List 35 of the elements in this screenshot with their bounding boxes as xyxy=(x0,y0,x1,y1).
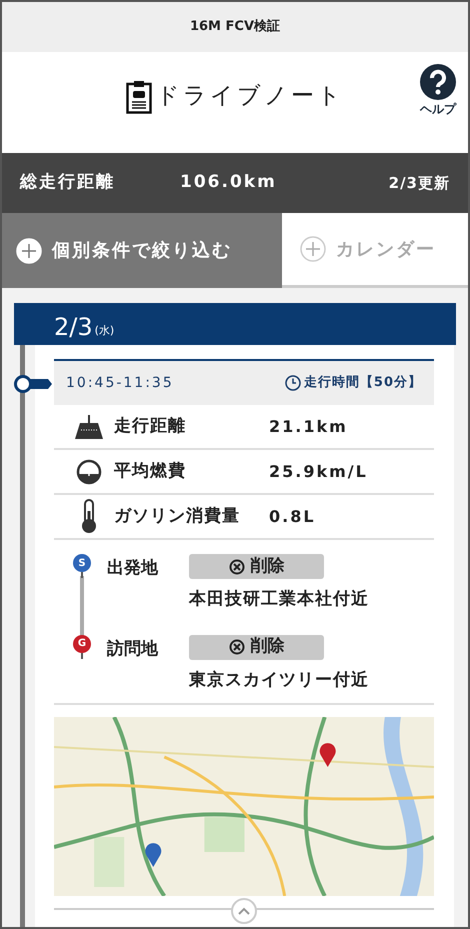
tab[interactable]: 個別条件で絞り込む xyxy=(2,213,282,288)
summary-value: 106.0km xyxy=(180,171,278,194)
clipboard-icon xyxy=(126,80,152,114)
updated-label: 2/3更新 xyxy=(388,172,450,194)
place-label: 訪問地 xyxy=(107,638,160,660)
help-button[interactable]: ヘルプ xyxy=(420,64,456,118)
place-address: 本田技研工業本社付近 xyxy=(189,588,369,611)
delete-button[interactable]: 削除 xyxy=(189,634,324,660)
help-icon xyxy=(420,64,456,100)
close-icon xyxy=(228,639,244,655)
stat-value: 21.1km xyxy=(269,416,348,438)
caret-icon xyxy=(238,907,250,915)
odometer-icon xyxy=(74,414,104,440)
stat-label: ガソリン消費量 xyxy=(114,504,241,528)
delete-button[interactable]: 削除 xyxy=(189,554,324,579)
clock-icon xyxy=(284,375,301,391)
collapse-button[interactable] xyxy=(231,898,257,924)
place-label: 出発地 xyxy=(107,557,160,580)
close-icon xyxy=(228,558,244,574)
stat-value: 0.8L xyxy=(269,506,316,528)
stat-value: 25.9km/L xyxy=(269,460,368,482)
weekday-label: (水) xyxy=(94,322,114,338)
app-title: 16M FCV検証 xyxy=(190,18,280,36)
plus-icon xyxy=(300,236,326,262)
drive-duration: 走行時間【50分】 xyxy=(304,374,422,392)
thermometer-icon xyxy=(79,498,99,534)
plus-icon xyxy=(16,238,42,264)
stat-label: 走行距離 xyxy=(114,414,187,438)
page-title: ドライブノート xyxy=(156,82,344,112)
date-label: 2/3 xyxy=(54,315,93,339)
place-address: 東京スカイツリー付近 xyxy=(189,668,369,692)
stat-label: 平均燃費 xyxy=(114,460,187,483)
summary-label: 総走行距離 xyxy=(20,171,116,194)
gauge-icon xyxy=(76,458,102,484)
time-range: 10:45-11:35 xyxy=(66,374,174,392)
